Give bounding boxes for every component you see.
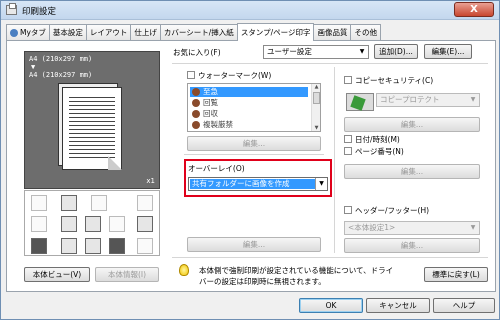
favorites-label: お気に入り(F) [173, 48, 221, 57]
fold-icon [137, 216, 153, 232]
copy-security-label: コピーセキュリティ(C) [355, 76, 434, 85]
edit-favorite-button[interactable]: 編集(E)... [424, 44, 472, 59]
copy-security-edit-button: 編集... [344, 117, 480, 132]
header-footer-edit-button: 編集... [344, 238, 480, 253]
tab-cover-sheet[interactable]: カバーシート/挿入紙 [159, 24, 238, 40]
overlay-edit-button: 編集... [187, 237, 321, 252]
overlay-select[interactable]: 共有フォルダーに画像を作成 ▼ [188, 177, 328, 191]
source-paper-size: A4 (210x297 mm) [29, 55, 93, 63]
user-icon [10, 28, 18, 37]
separator [172, 257, 488, 258]
paper-stack-icon [61, 195, 77, 211]
list-item[interactable]: 至急 [190, 87, 308, 97]
output-paper-size: A4 (210x297 mm) [29, 71, 93, 79]
list-item[interactable]: 回覧 [190, 98, 308, 108]
stamp-icon [192, 99, 200, 107]
copy-security-checkbox[interactable] [344, 76, 352, 84]
printer-view-button[interactable]: 本体ビュー(V) [24, 267, 90, 282]
separator [184, 154, 324, 155]
list-item[interactable]: 回収 [190, 109, 308, 119]
date-page-edit-button: 編集... [344, 164, 480, 179]
watermark-label: ウォーターマーク(W) [198, 71, 272, 80]
tab-layout[interactable]: レイアウト [85, 24, 132, 40]
tab-finishing[interactable]: 仕上げ [130, 24, 161, 40]
id-card-icon [61, 238, 77, 254]
watermark-checkbox[interactable] [187, 71, 195, 79]
booklet-icon [31, 216, 47, 232]
tab-other[interactable]: その他 [350, 24, 381, 40]
stamp-icon [192, 88, 200, 96]
chevron-down-icon: ▼ [470, 224, 476, 231]
stamp-icon [192, 121, 200, 129]
divider [334, 67, 335, 253]
chevron-down-icon: ▼ [359, 48, 365, 55]
text-icon [85, 216, 101, 232]
date-time-checkbox[interactable] [344, 135, 352, 143]
user-auth-icon [85, 238, 101, 254]
page-number-checkbox[interactable] [344, 147, 352, 155]
list-item[interactable]: 複製厳禁 [190, 120, 308, 130]
finisher-icon [137, 238, 153, 254]
printer-info-button: 本体情報(I) [95, 267, 159, 282]
copy-icon [91, 195, 107, 211]
printer-icon [6, 3, 17, 15]
header-footer-checkbox[interactable] [344, 206, 352, 214]
chevron-down-icon: ▼ [315, 178, 327, 190]
copy-security-select: コピープロテクト ▼ [376, 93, 480, 107]
date-time-label: 日付/時刻(M) [355, 135, 400, 144]
help-button[interactable]: ヘルプ [433, 298, 495, 313]
tab-basic[interactable]: 基本設定 [48, 24, 87, 40]
ok-button[interactable]: OK [299, 298, 363, 313]
window-title: 印刷設定 [22, 7, 57, 17]
preview-sheet [62, 87, 122, 170]
account-icon [109, 238, 125, 254]
separator [172, 63, 488, 64]
tab-my-tab[interactable]: Myタブ [6, 24, 50, 40]
tray-icon [31, 195, 47, 211]
close-button[interactable]: X [454, 2, 494, 17]
page-preview: A4 (210x297 mm) ▼ A4 (210x297 mm) x1 [24, 51, 160, 189]
document-icon [61, 216, 77, 232]
lightbulb-icon [179, 264, 189, 276]
print-settings-window: 印刷設定 X Myタブ 基本設定 レイアウト 仕上げ カバーシート/挿入紙 スタ… [0, 0, 500, 320]
watermark-edit-button: 編集... [187, 136, 321, 151]
header-footer-select: <本体設定1> ▼ [344, 221, 480, 235]
zoom-level: x1 [146, 177, 155, 185]
tab-stamp-page-print[interactable]: スタンプ/ページ印字 [236, 23, 315, 41]
cancel-button[interactable]: キャンセル [366, 298, 430, 313]
page-number-label: ページ番号(N) [355, 147, 404, 156]
chevron-down-icon: ▼ [470, 96, 476, 103]
watermark-list[interactable]: 至急 回覧 回収 複製厳禁 ▲ ▼ [187, 83, 321, 132]
add-favorite-button[interactable]: 追加(D)... [374, 44, 418, 59]
arrow-down-icon: ▼ [31, 63, 36, 71]
stamp-icon [192, 110, 200, 118]
header-footer-label: ヘッダー/フッター(H) [355, 206, 430, 215]
tab-image-quality[interactable]: 画像品質 [313, 24, 352, 40]
punch-icon [109, 216, 125, 232]
overlay-label: オーバーレイ(O) [188, 164, 245, 173]
favorites-select[interactable]: ユーザー設定 ▼ [263, 45, 369, 59]
device-options-icons [24, 190, 160, 256]
tab-strip: Myタブ 基本設定 レイアウト 仕上げ カバーシート/挿入紙 スタンプ/ページ印… [6, 23, 381, 41]
title-bar: 印刷設定 X [1, 1, 499, 20]
scrollbar[interactable]: ▲ ▼ [311, 84, 320, 131]
binder-icon [31, 238, 47, 254]
stapler-icon [137, 195, 153, 211]
notice-text: 本体側で強制印刷が設定されている機能について、ドライ バーの設定は印刷時に無視さ… [199, 266, 394, 286]
reset-default-button[interactable]: 標準に戻す(L) [424, 267, 488, 282]
copy-protect-icon [346, 93, 374, 111]
